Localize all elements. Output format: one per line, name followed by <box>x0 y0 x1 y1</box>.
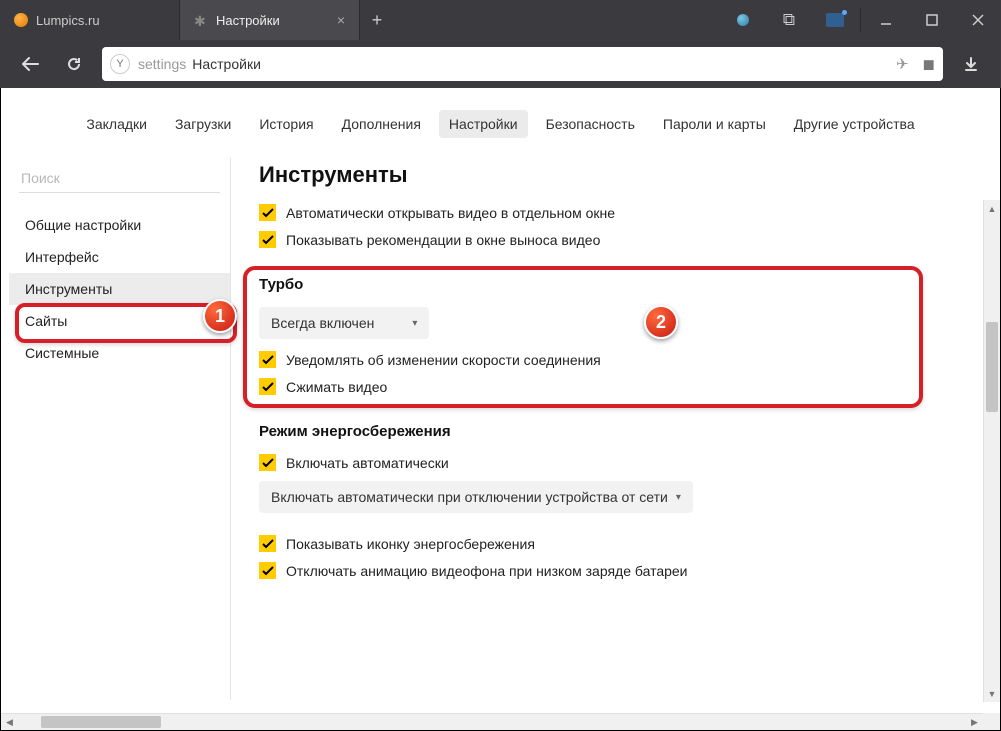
content-area: Закладки Загрузки История Дополнения Нас… <box>0 88 1001 731</box>
check-turbo-notify[interactable]: Уведомлять об изменении скорости соедине… <box>259 351 972 368</box>
scroll-corner <box>983 713 1000 730</box>
sidebar: Общие настройки Интерфейс Инструменты Са… <box>9 158 231 700</box>
checkbox-icon[interactable] <box>259 535 276 552</box>
nav-addons[interactable]: Дополнения <box>332 110 431 138</box>
annotation-badge-2: 2 <box>644 305 678 339</box>
maximize-button[interactable] <box>909 0 955 40</box>
tab-title: Настройки <box>216 13 280 28</box>
scroll-right-icon[interactable]: ▶ <box>966 714 983 730</box>
address-prefix: settings <box>138 56 186 72</box>
nav-bookmarks[interactable]: Закладки <box>76 110 157 138</box>
scroll-thumb[interactable] <box>986 322 998 412</box>
check-label: Автоматически открывать видео в отдельно… <box>286 205 615 221</box>
tab-lumpics[interactable]: Lumpics.ru <box>0 0 180 40</box>
nav-history[interactable]: История <box>249 110 323 138</box>
nav-passwords[interactable]: Пароли и карты <box>653 110 776 138</box>
sidebar-search <box>19 164 220 193</box>
extensions-button[interactable] <box>812 0 858 40</box>
check-show-recs[interactable]: Показывать рекомендации в окне выноса ви… <box>259 231 972 248</box>
search-input[interactable] <box>19 164 220 193</box>
nav-security[interactable]: Безопасность <box>536 110 645 138</box>
check-label: Включать автоматически <box>286 455 449 471</box>
chevron-down-icon: ▾ <box>412 318 417 329</box>
vertical-scrollbar[interactable]: ▲ ▼ <box>983 200 1000 702</box>
checkbox-icon[interactable] <box>259 351 276 368</box>
sidebar-item-interface[interactable]: Интерфейс <box>9 241 230 273</box>
reader-button[interactable]: ⧉ <box>766 0 812 40</box>
check-auto-open-video[interactable]: Автоматически открывать видео в отдельно… <box>259 204 972 221</box>
checkbox-icon[interactable] <box>259 454 276 471</box>
address-bar[interactable]: Y settings Настройки ✈ ◼ <box>102 47 943 81</box>
annotation-badge-1: 1 <box>203 299 237 333</box>
window-controls: ⧉ <box>720 0 1001 40</box>
check-label: Показывать рекомендации в окне выноса ви… <box>286 232 600 248</box>
check-energy-anim[interactable]: Отключать анимацию видеофона при низком … <box>259 562 972 579</box>
section-title: Турбо <box>259 276 972 293</box>
sidebar-item-tools[interactable]: Инструменты <box>9 273 230 305</box>
nav-downloads[interactable]: Загрузки <box>165 110 241 138</box>
back-button[interactable] <box>8 46 52 82</box>
nav-devices[interactable]: Другие устройства <box>784 110 925 138</box>
select-value: Включать автоматически при отключении ус… <box>271 489 668 505</box>
bookmark-icon[interactable]: ◼ <box>923 55 935 73</box>
settings-nav: Закладки Загрузки История Дополнения Нас… <box>9 110 992 138</box>
check-energy-icon[interactable]: Показывать иконку энергосбережения <box>259 535 972 552</box>
section-title: Режим энергосбережения <box>259 423 972 440</box>
checkbox-icon[interactable] <box>259 204 276 221</box>
navbar: Y settings Настройки ✈ ◼ <box>0 40 1001 88</box>
check-label: Отключать анимацию видеофона при низком … <box>286 563 688 579</box>
energy-mode-select[interactable]: Включать автоматически при отключении ус… <box>259 481 693 513</box>
checkbox-icon[interactable] <box>259 231 276 248</box>
profile-button[interactable] <box>720 0 766 40</box>
scroll-down-icon[interactable]: ▼ <box>984 685 1000 702</box>
sidebar-item-general[interactable]: Общие настройки <box>9 209 230 241</box>
checkbox-icon[interactable] <box>259 562 276 579</box>
minimize-button[interactable] <box>863 0 909 40</box>
checkbox-icon[interactable] <box>259 378 276 395</box>
titlebar: Lumpics.ru ✱ Настройки × + ⧉ <box>0 0 1001 40</box>
horizontal-scrollbar[interactable]: ◀ ▶ <box>1 713 983 730</box>
downloads-button[interactable] <box>949 46 993 82</box>
check-energy-auto[interactable]: Включать автоматически <box>259 454 972 471</box>
check-label: Показывать иконку энергосбережения <box>286 536 535 552</box>
tab-strip: Lumpics.ru ✱ Настройки × + <box>0 0 720 40</box>
sidebar-item-system[interactable]: Системные <box>9 337 230 369</box>
scroll-left-icon[interactable]: ◀ <box>1 714 18 730</box>
turbo-icon[interactable]: ✈ <box>896 55 909 73</box>
new-tab-button[interactable]: + <box>360 0 394 40</box>
tab-title: Lumpics.ru <box>36 13 100 28</box>
sidebar-item-sites[interactable]: Сайты <box>9 305 230 337</box>
nav-settings[interactable]: Настройки <box>439 110 528 138</box>
page-title: Инструменты <box>259 162 972 188</box>
section-energy: Режим энергосбережения Включать автомати… <box>259 423 972 579</box>
yandex-icon: Y <box>110 54 130 74</box>
scroll-up-icon[interactable]: ▲ <box>984 200 1000 217</box>
gear-icon: ✱ <box>194 13 208 27</box>
tab-close-icon[interactable]: × <box>337 12 345 28</box>
select-value: Всегда включен <box>271 315 374 331</box>
section-turbo: Турбо Всегда включен ▾ Уведомлять об изм… <box>259 276 972 395</box>
turbo-mode-select[interactable]: Всегда включен ▾ <box>259 307 429 339</box>
close-window-button[interactable] <box>955 0 1001 40</box>
address-page: Настройки <box>192 56 261 72</box>
favicon-icon <box>14 13 28 27</box>
check-label: Уведомлять об изменении скорости соедине… <box>286 352 601 368</box>
reload-button[interactable] <box>52 46 96 82</box>
check-turbo-compress[interactable]: Сжимать видео <box>259 378 972 395</box>
chevron-down-icon: ▾ <box>676 492 681 503</box>
scroll-thumb[interactable] <box>41 716 161 728</box>
tab-settings[interactable]: ✱ Настройки × <box>180 0 360 40</box>
check-label: Сжимать видео <box>286 379 387 395</box>
main-panel: Инструменты Автоматически открывать виде… <box>231 158 992 700</box>
